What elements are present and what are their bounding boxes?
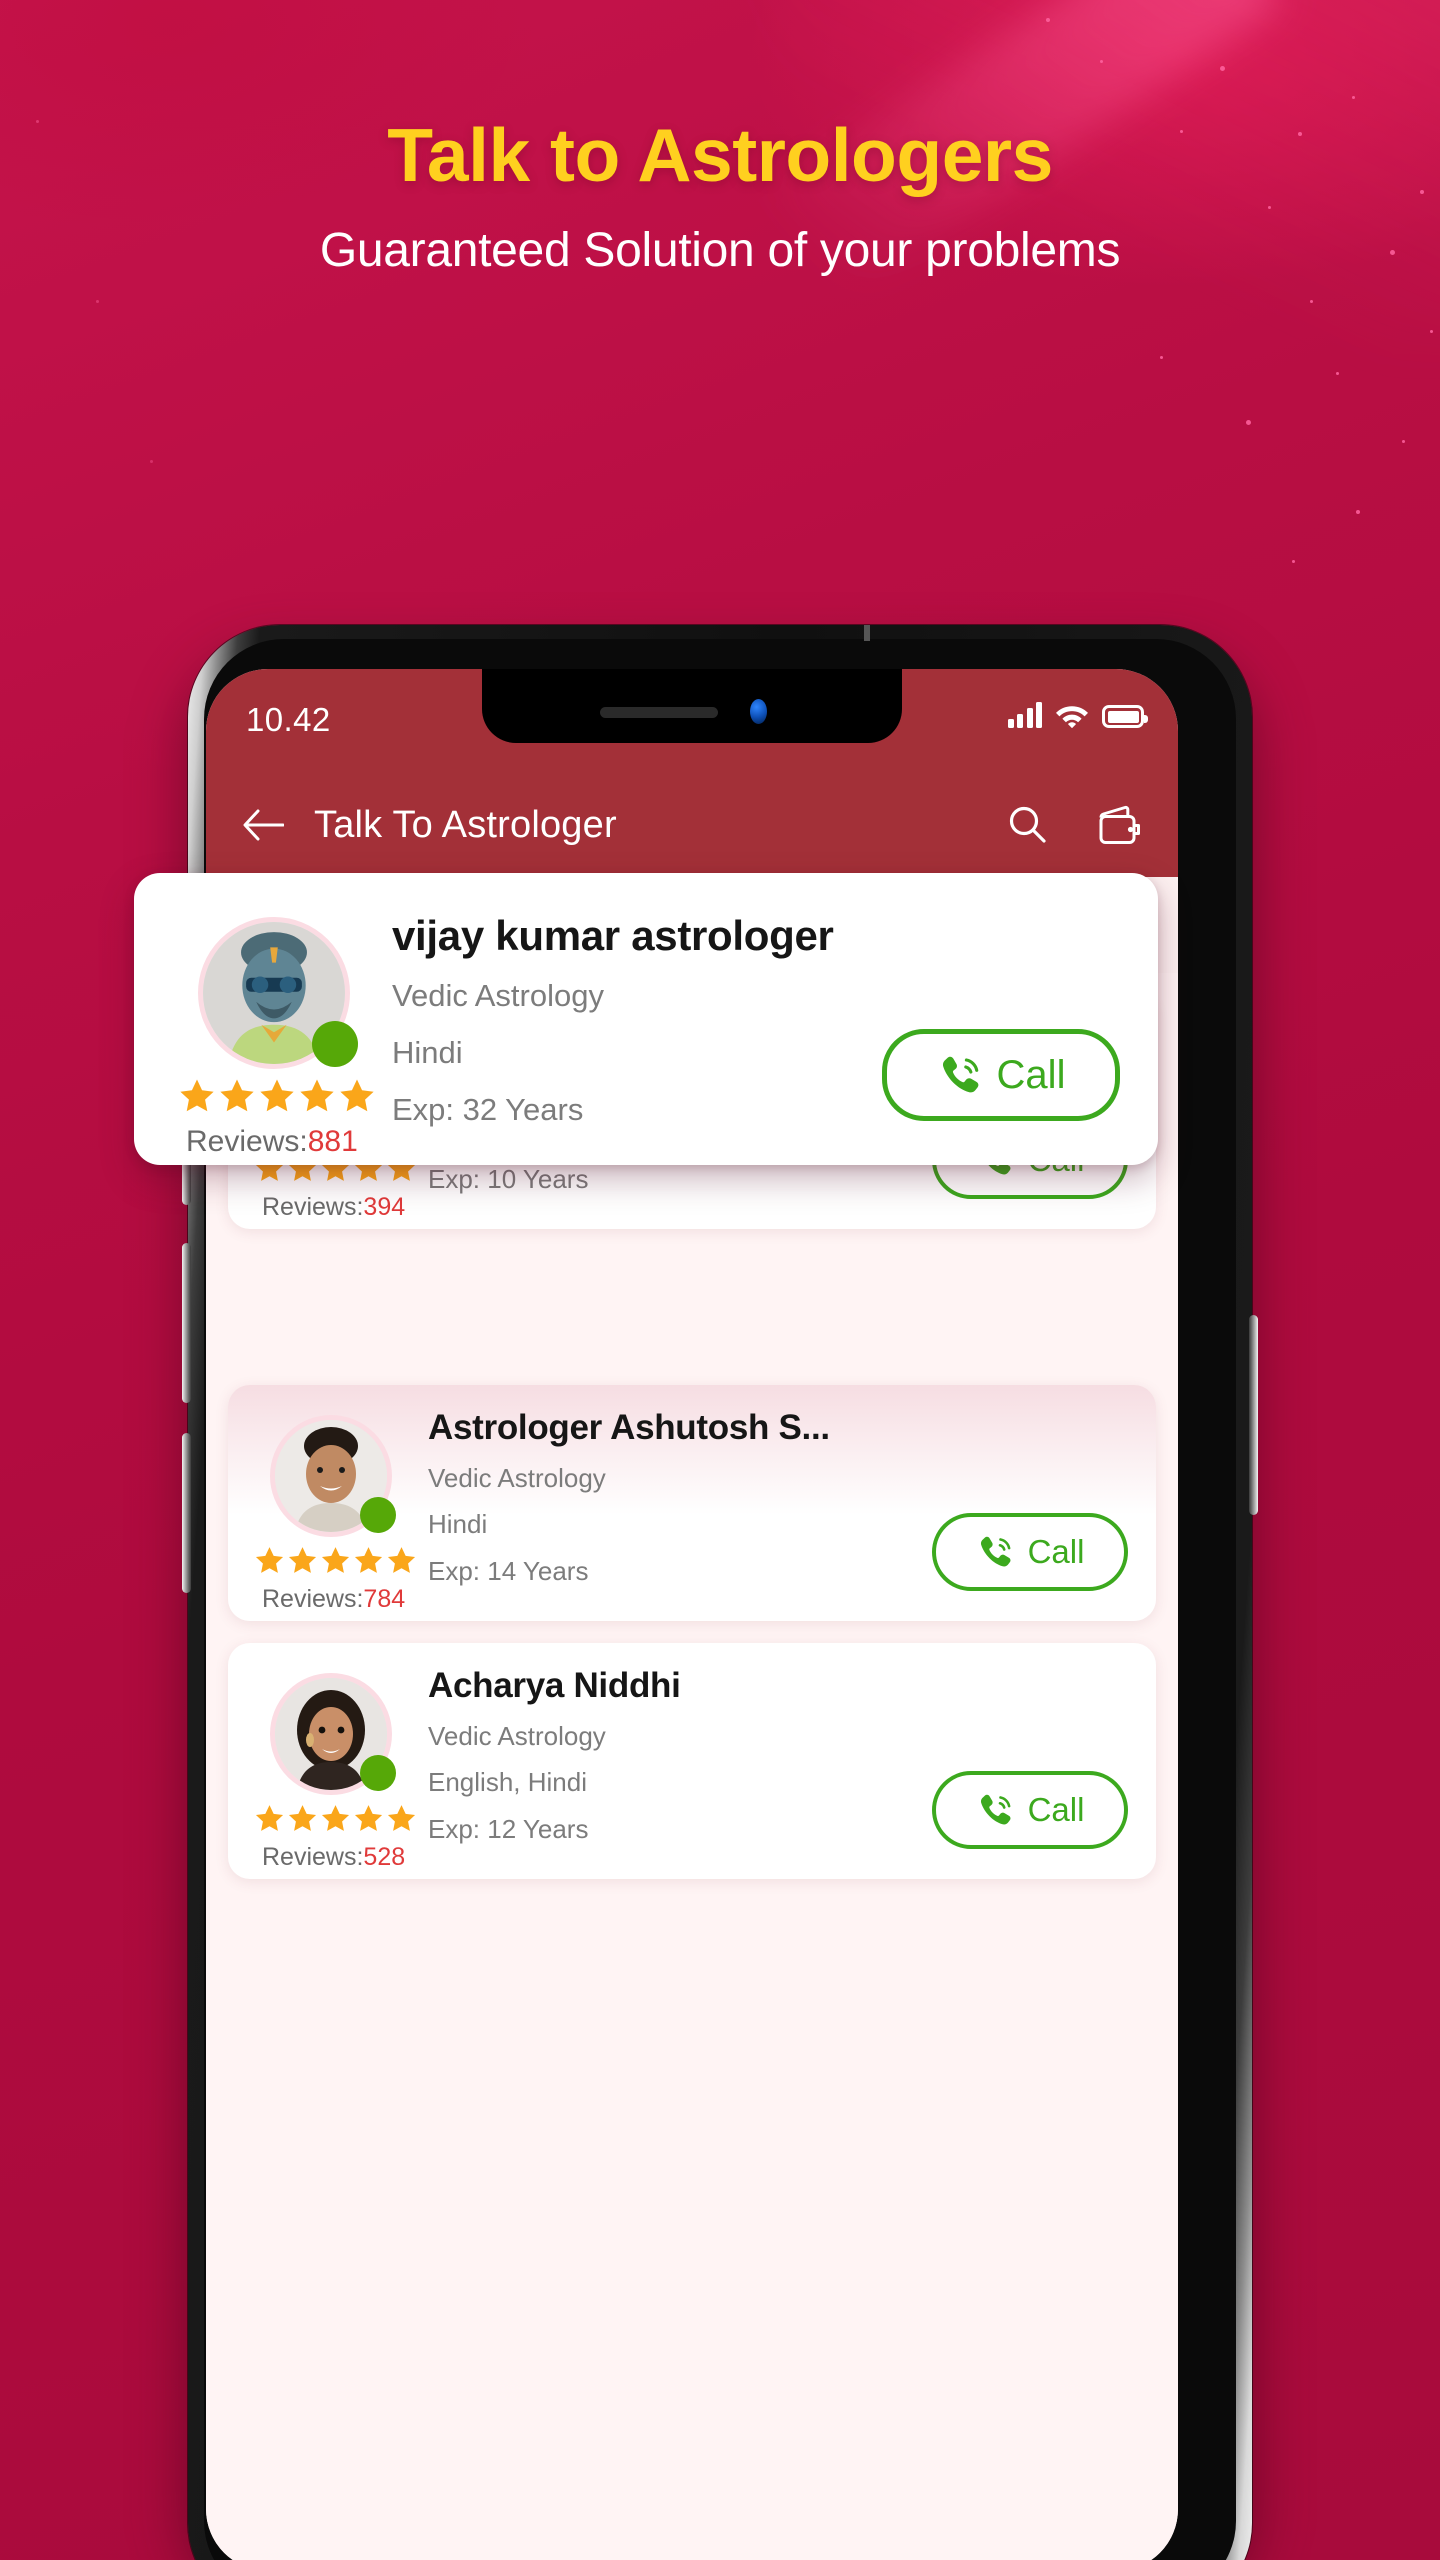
reviews-label: Reviews: bbox=[186, 1125, 308, 1158]
reviews-count: Reviews:881 bbox=[186, 1125, 358, 1159]
reviews-value: 881 bbox=[307, 1125, 358, 1158]
battery-full-icon bbox=[1102, 705, 1148, 728]
call-button-label: Call bbox=[1027, 1791, 1085, 1828]
call-button[interactable]: Call bbox=[932, 1513, 1128, 1591]
astrologer-languages: Hindi bbox=[428, 1509, 488, 1539]
reviews-value: 394 bbox=[363, 1193, 406, 1221]
search-icon[interactable] bbox=[1006, 804, 1048, 846]
astrologer-info: Acharya Niddhi Vedic Astrology English, … bbox=[428, 1666, 681, 1845]
back-arrow-icon[interactable] bbox=[242, 808, 284, 842]
front-camera-icon bbox=[750, 699, 767, 724]
astrologer-languages: English, Hindi bbox=[428, 1767, 587, 1797]
call-button-label: Call bbox=[996, 1052, 1066, 1097]
reviews-label: Reviews: bbox=[262, 1843, 364, 1871]
astrologer-experience: Exp: 32 Years bbox=[392, 1091, 584, 1127]
page-title: Talk To Astrologer bbox=[314, 803, 617, 846]
app-bar: Talk To Astrologer bbox=[206, 773, 1178, 877]
reviews-label: Reviews: bbox=[262, 1193, 364, 1221]
wifi-icon bbox=[1056, 706, 1088, 728]
promo-background: Talk to Astrologers Guaranteed Solution … bbox=[0, 0, 1440, 2560]
star-icon bbox=[288, 1547, 317, 1573]
avatar bbox=[270, 1415, 396, 1537]
reviews-label: Reviews: bbox=[262, 1585, 364, 1613]
phone-mockup: 10.42 Talk To Astrologer Reviews:394 Exp… bbox=[134, 625, 1280, 2560]
online-status-dot bbox=[360, 1497, 396, 1533]
avatar bbox=[198, 917, 358, 1069]
star-icon bbox=[288, 1805, 317, 1831]
astrologer-name: Acharya Niddhi bbox=[428, 1666, 681, 1705]
star-icon bbox=[180, 1079, 214, 1112]
star-icon bbox=[321, 1547, 350, 1573]
astrologer-card[interactable]: Reviews:784 Astrologer Ashutosh S... Ved… bbox=[228, 1385, 1156, 1621]
star-icon bbox=[300, 1079, 334, 1112]
call-button[interactable]: Call bbox=[932, 1771, 1128, 1849]
signal-bars-icon bbox=[1007, 702, 1042, 728]
astrologer-card-highlighted[interactable]: Reviews:881 vijay kumar astrologer Vedic… bbox=[134, 873, 1158, 1165]
astrologer-name: Astrologer Ashutosh S... bbox=[428, 1408, 830, 1447]
call-button-label: Call bbox=[1027, 1533, 1085, 1570]
phone-call-icon bbox=[980, 1536, 1011, 1567]
star-icon bbox=[321, 1805, 350, 1831]
star-icon bbox=[354, 1805, 383, 1831]
phone-antenna-line bbox=[864, 625, 870, 641]
phone-volume-up-button[interactable] bbox=[182, 1243, 191, 1403]
phone-call-icon bbox=[942, 1056, 978, 1093]
wallet-icon[interactable] bbox=[1096, 803, 1142, 847]
star-icon bbox=[255, 1805, 284, 1831]
star-icon bbox=[260, 1079, 294, 1112]
phone-volume-down-button[interactable] bbox=[182, 1433, 191, 1593]
astrologer-languages: Hindi bbox=[392, 1034, 463, 1070]
online-status-dot bbox=[312, 1021, 358, 1067]
online-status-dot bbox=[360, 1755, 396, 1791]
star-icon bbox=[387, 1547, 416, 1573]
astrologer-specialty: Vedic Astrology bbox=[392, 978, 604, 1014]
avatar bbox=[270, 1673, 396, 1795]
rating-stars bbox=[254, 1545, 417, 1576]
astrologer-specialty: Vedic Astrology bbox=[428, 1720, 606, 1751]
promo-title: Talk to Astrologers bbox=[387, 113, 1053, 197]
reviews-count: Reviews:394 bbox=[262, 1193, 405, 1222]
astrologer-specialty: Vedic Astrology bbox=[428, 1462, 606, 1493]
rating-stars bbox=[254, 1803, 417, 1834]
astrologer-experience: Exp: 14 Years bbox=[428, 1555, 589, 1586]
reviews-count: Reviews:528 bbox=[262, 1843, 405, 1872]
star-icon bbox=[255, 1547, 284, 1573]
promo-text-block: Talk to Astrologers Guaranteed Solution … bbox=[0, 0, 1440, 278]
astrologer-list[interactable]: Reviews:394 Anubala Vedic Astrology Hind… bbox=[206, 973, 1178, 2560]
star-icon bbox=[220, 1079, 254, 1112]
phone-call-icon bbox=[980, 1794, 1011, 1825]
phone-notch bbox=[482, 669, 902, 743]
status-bar: 10.42 bbox=[206, 669, 1178, 773]
call-button[interactable]: Call bbox=[882, 1029, 1120, 1121]
star-icon bbox=[354, 1547, 383, 1573]
astrologer-experience: Exp: 12 Years bbox=[428, 1813, 589, 1844]
status-bar-icons bbox=[1007, 702, 1148, 728]
star-icon bbox=[340, 1079, 374, 1112]
reviews-value: 528 bbox=[363, 1843, 406, 1871]
earpiece-speaker bbox=[600, 707, 718, 718]
astrologer-info: Astrologer Ashutosh S... Vedic Astrology… bbox=[428, 1408, 830, 1587]
phone-power-button[interactable] bbox=[1249, 1315, 1258, 1515]
reviews-count: Reviews:784 bbox=[262, 1585, 405, 1614]
reviews-value: 784 bbox=[363, 1585, 406, 1613]
astrologer-experience: Exp: 10 Years bbox=[428, 1163, 589, 1194]
astrologer-info: vijay kumar astrologer Vedic Astrology H… bbox=[392, 912, 834, 1129]
rating-stars bbox=[178, 1077, 376, 1115]
astrologer-card[interactable]: Reviews:528 Acharya Niddhi Vedic Astrolo… bbox=[228, 1643, 1156, 1879]
promo-subtitle: Guaranteed Solution of your problems bbox=[319, 224, 1121, 277]
astrologer-name: vijay kumar astrologer bbox=[392, 912, 834, 959]
status-bar-time: 10.42 bbox=[246, 701, 331, 738]
star-icon bbox=[387, 1805, 416, 1831]
